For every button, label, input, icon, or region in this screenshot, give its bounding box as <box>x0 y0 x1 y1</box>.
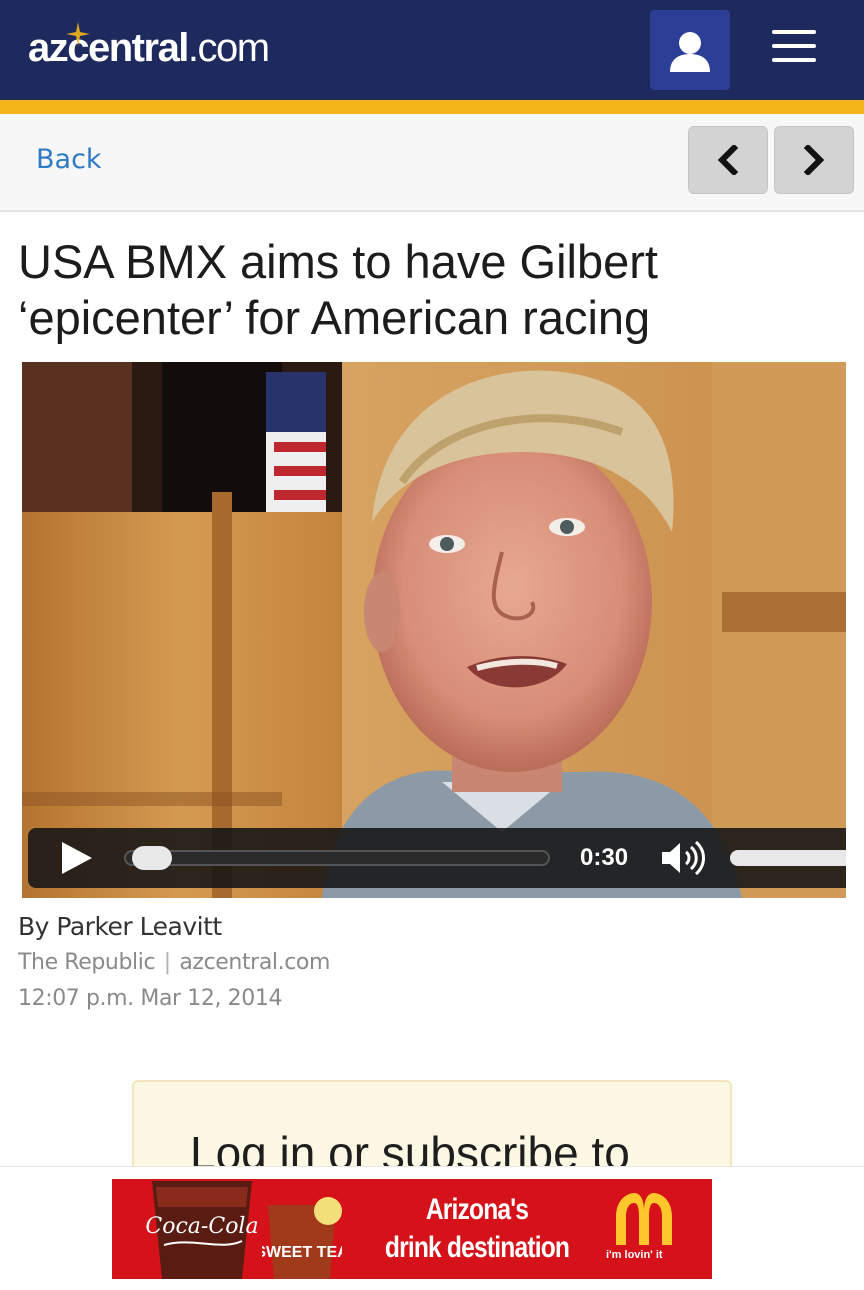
logo-spark-icon <box>66 22 90 46</box>
video-time: 0:30 <box>580 844 629 871</box>
back-link[interactable]: Back <box>36 144 102 175</box>
mcdonalds-ad-banner[interactable]: Coca-Cola SWEET TEA Arizona's drink dest… <box>112 1179 712 1279</box>
menu-line <box>772 30 816 34</box>
sweet-tea-cup-image: SWEET TEA <box>262 1197 342 1279</box>
article-headline: USA BMX aims to have Gilbert ‘epicenter’… <box>18 235 658 344</box>
coca-cola-cup-image: Coca-Cola <box>145 1181 259 1279</box>
play-icon[interactable] <box>58 840 94 876</box>
azcentral-logo[interactable]: az central .com <box>28 22 270 78</box>
volume-slider[interactable] <box>730 850 846 866</box>
article-timestamp: 12:07 p.m. Mar 12, 2014 <box>18 986 283 1011</box>
menu-line <box>772 58 816 62</box>
coca-cola-script: Coca-Cola <box>145 1214 258 1239</box>
video-player[interactable]: 0:30 <box>22 362 846 898</box>
ad-banner-container: Coca-Cola SWEET TEA Arizona's drink dest… <box>0 1166 864 1290</box>
article-source: The Republic | azcentral.com <box>18 950 330 975</box>
video-controls: 0:30 <box>28 828 846 888</box>
hamburger-menu-button[interactable] <box>764 24 824 68</box>
next-article-button[interactable] <box>774 126 854 194</box>
menu-line <box>772 44 816 48</box>
article-byline[interactable]: By Parker Leavitt <box>18 912 222 941</box>
video-frame-image <box>22 362 846 898</box>
previous-article-button[interactable] <box>688 126 768 194</box>
source-separator: | <box>157 950 178 975</box>
user-account-button[interactable] <box>650 10 730 90</box>
ad-headline-line1: Arizona's <box>425 1193 529 1226</box>
ad-headline: Arizona's drink destination <box>383 1191 572 1267</box>
chevron-right-icon <box>803 145 825 175</box>
video-progress-knob[interactable] <box>131 846 172 870</box>
ad-headline-line2: drink destination <box>384 1231 570 1264</box>
video-progress-bar[interactable] <box>124 850 550 866</box>
chevron-left-icon <box>717 145 739 175</box>
user-silhouette-icon <box>670 32 710 72</box>
sweet-tea-label: SWEET TEA <box>262 1244 342 1261</box>
article-nav-bar: Back <box>0 114 864 212</box>
site-header: az central .com <box>0 0 864 100</box>
volume-icon[interactable] <box>660 840 708 876</box>
header-accent-stripe <box>0 100 864 114</box>
ad-slogan: i'm lovin' it <box>606 1249 663 1261</box>
source-site: azcentral.com <box>179 950 330 975</box>
mcdonalds-arches-logo <box>616 1193 672 1245</box>
source-publication: The Republic <box>18 950 156 975</box>
